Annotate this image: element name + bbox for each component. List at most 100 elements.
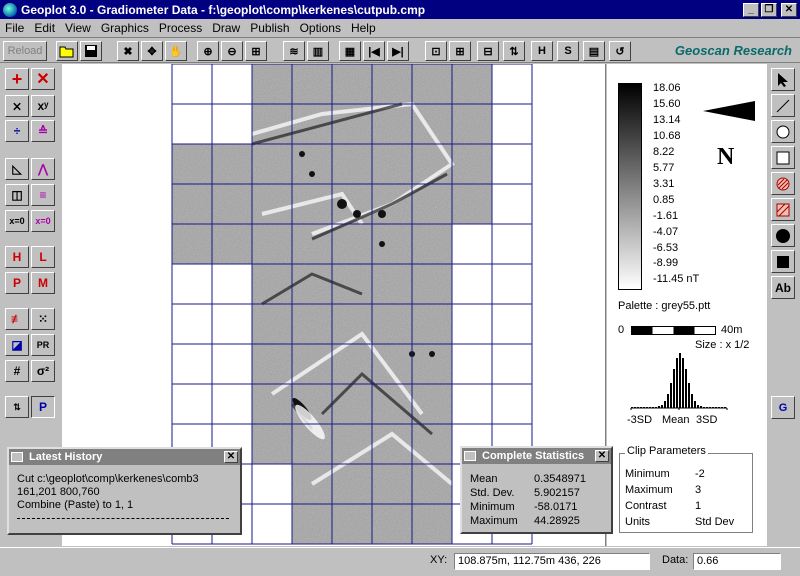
trace-plot-icon[interactable]: ≋ xyxy=(283,41,305,61)
dots-grid-icon[interactable]: ⁙ xyxy=(31,308,55,330)
add-icon[interactable]: + xyxy=(5,68,29,90)
menu-publish[interactable]: Publish xyxy=(245,21,294,35)
flip-icon[interactable]: ≙ xyxy=(31,120,55,142)
histogram-bar xyxy=(679,353,681,408)
h-icon[interactable]: H xyxy=(531,41,553,61)
history-divider xyxy=(17,518,229,519)
stats-close-button[interactable]: ✕ xyxy=(595,450,609,462)
grid-select-icon[interactable]: ⊡ xyxy=(425,41,447,61)
ellipse-icon[interactable] xyxy=(771,120,795,143)
zoom-in-icon[interactable]: ⊕ xyxy=(197,41,219,61)
interpolate-icon[interactable]: ≢ xyxy=(5,308,29,330)
stats-value: 0.3548971 xyxy=(534,473,586,485)
filled-rectangle-icon[interactable] xyxy=(771,250,795,273)
sigma-icon[interactable]: σ² xyxy=(31,360,55,382)
xy-icon[interactable]: xʸ xyxy=(31,95,55,117)
palette-label: Palette : grey55.ptt xyxy=(618,300,711,312)
restore-button[interactable]: ❐ xyxy=(761,2,777,17)
histogram xyxy=(630,353,728,410)
north-label: N xyxy=(717,144,735,170)
menu-edit[interactable]: Edit xyxy=(29,21,60,35)
filled-ellipse-icon[interactable] xyxy=(771,224,795,247)
stats-value: 44.28925 xyxy=(534,515,580,527)
reload-button[interactable]: Reload xyxy=(3,41,47,61)
text-tool-icon[interactable]: Ab xyxy=(771,276,795,299)
x0-icon[interactable]: x=0 xyxy=(5,210,29,232)
complete-statistics-window[interactable]: Complete Statistics ✕ Mean 0.3548971 Std.… xyxy=(460,446,613,534)
x0-alt-icon[interactable]: x=0 xyxy=(31,210,55,232)
peak-icon[interactable]: ⋀ xyxy=(31,158,55,180)
highpass-icon[interactable]: H xyxy=(5,246,29,268)
data-readout: 0.66 xyxy=(693,553,781,570)
legend-value: -6.53 xyxy=(653,241,679,254)
swap-icon[interactable]: ⇅ xyxy=(5,396,29,418)
clip-value: 1 xyxy=(695,500,702,512)
histogram-bar xyxy=(694,401,696,408)
despike-icon[interactable]: ⨯ xyxy=(5,95,29,117)
hatched-rectangle-icon[interactable] xyxy=(771,198,795,221)
columns-icon[interactable]: ⊟ xyxy=(477,41,499,61)
sort-icon[interactable]: ⇅ xyxy=(503,41,525,61)
delete-icon[interactable]: ✕ xyxy=(31,68,55,90)
nav-right-icon[interactable]: ▶| xyxy=(387,41,409,61)
grid-icon[interactable]: ⊞ xyxy=(449,41,471,61)
pan-hand-icon[interactable]: ✋ xyxy=(165,41,187,61)
hist-right-label: 3SD xyxy=(696,414,718,426)
lowpass-icon[interactable]: L xyxy=(31,246,55,268)
stats-value: 5.902157 xyxy=(534,487,580,499)
line-icon[interactable] xyxy=(771,94,795,117)
data-label: Data: xyxy=(662,554,689,566)
screen-icon[interactable]: ▤ xyxy=(583,41,605,61)
periodic-icon[interactable]: P xyxy=(5,272,29,294)
menu-process[interactable]: Process xyxy=(154,21,207,35)
pr-icon[interactable]: PR xyxy=(31,334,55,356)
s-icon[interactable]: S xyxy=(557,41,579,61)
shrink-icon[interactable]: ✖ xyxy=(117,41,139,61)
zoom-out-icon[interactable]: ⊖ xyxy=(221,41,243,61)
filter-icon[interactable]: ◫ xyxy=(5,184,29,206)
p-icon[interactable]: P xyxy=(31,396,55,418)
lines-icon[interactable]: ≡ xyxy=(31,184,55,206)
histogram-bar xyxy=(685,369,687,408)
close-button[interactable]: ✕ xyxy=(781,2,797,17)
minimize-button[interactable]: _ xyxy=(743,2,759,17)
hatched-ellipse-icon[interactable] xyxy=(771,172,795,195)
pointer-icon[interactable] xyxy=(771,68,795,91)
split-icon[interactable]: ÷ xyxy=(5,120,29,142)
menu-file[interactable]: File xyxy=(0,21,29,35)
expand-icon[interactable]: ✥ xyxy=(141,41,163,61)
title-bar: Geoplot 3.0 - Gradiometer Data - f:\geop… xyxy=(0,0,800,19)
latest-history-window[interactable]: Latest History ✕ Cut c:\geoplot\comp\ker… xyxy=(7,447,242,535)
xy-label: XY: xyxy=(430,554,448,566)
slope-icon[interactable]: ◺ xyxy=(5,158,29,180)
dots-plot-icon[interactable]: ▦ xyxy=(339,41,361,61)
median-icon[interactable]: M xyxy=(31,272,55,294)
nav-left-icon[interactable]: |◀ xyxy=(363,41,385,61)
menu-view[interactable]: View xyxy=(60,21,96,35)
hash-icon[interactable]: # xyxy=(5,360,29,382)
rectangle-icon[interactable] xyxy=(771,146,795,169)
menu-bar: File Edit View Graphics Process Draw Pub… xyxy=(0,19,800,38)
menu-help[interactable]: Help xyxy=(346,21,381,35)
app-globe-icon xyxy=(3,2,17,17)
menu-options[interactable]: Options xyxy=(295,21,346,35)
window-icon xyxy=(11,452,23,462)
histogram-bar xyxy=(673,369,675,408)
edge-icon[interactable]: ◪ xyxy=(5,334,29,356)
g-tool-icon[interactable]: G xyxy=(771,396,795,419)
status-bar: XY: 108.875m, 112.75m 436, 226 Data: 0.6… xyxy=(0,547,800,576)
menu-graphics[interactable]: Graphics xyxy=(96,21,154,35)
history-close-button[interactable]: ✕ xyxy=(224,451,238,463)
zoom-box-icon[interactable]: ⊞ xyxy=(245,41,267,61)
histogram-bar xyxy=(670,383,672,408)
undo-icon[interactable]: ↺ xyxy=(609,41,631,61)
hist-left-label: -3SD xyxy=(627,414,653,426)
open-folder-icon[interactable] xyxy=(56,41,78,61)
clip-label: Contrast xyxy=(625,500,667,512)
history-line: Cut c:\geoplot\comp\kerkenes\comb3 xyxy=(17,473,199,485)
window-title: Geoplot 3.0 - Gradiometer Data - f:\geop… xyxy=(21,2,426,17)
legend-value: 10.68 xyxy=(653,129,681,142)
shade-plot-icon[interactable]: ▥ xyxy=(307,41,329,61)
save-icon[interactable] xyxy=(80,41,102,61)
menu-draw[interactable]: Draw xyxy=(207,21,245,35)
